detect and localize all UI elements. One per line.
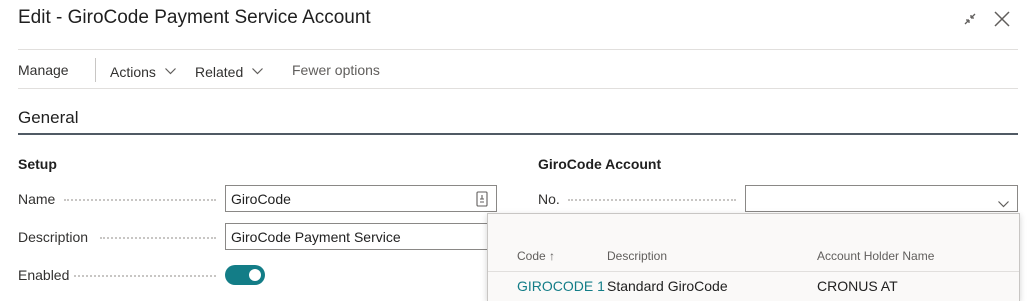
- manage-label: Manage: [18, 62, 69, 78]
- account-lookup-dropdown: Code ↑ Description Account Holder Name G…: [487, 213, 1020, 301]
- column-header-label: Code: [517, 249, 546, 263]
- collapse-icon[interactable]: [959, 8, 981, 30]
- enabled-toggle[interactable]: [225, 265, 265, 285]
- name-field[interactable]: GiroCode: [225, 185, 497, 212]
- field-leader: [100, 237, 216, 239]
- name-value: GiroCode: [231, 191, 291, 207]
- fewer-options-button[interactable]: Fewer options: [292, 62, 380, 78]
- row-account-holder: CRONUS AT: [817, 278, 898, 294]
- related-label: Related: [195, 64, 244, 80]
- fewer-options-label: Fewer options: [292, 62, 380, 78]
- girocode-account-heading: GiroCode Account: [538, 156, 662, 172]
- actions-menu[interactable]: Actions: [110, 62, 176, 80]
- name-label: Name: [18, 191, 56, 207]
- field-leader: [64, 199, 216, 201]
- account-no-field[interactable]: [745, 185, 1018, 212]
- manage-tab[interactable]: Manage: [18, 62, 69, 78]
- field-leader: [74, 275, 216, 277]
- section-underline: [18, 133, 1018, 135]
- header-divider: [488, 271, 1019, 272]
- field-leader: [568, 199, 736, 201]
- chevron-down-icon[interactable]: [998, 195, 1009, 211]
- related-menu[interactable]: Related: [195, 62, 264, 80]
- description-value: GiroCode Payment Service: [231, 229, 401, 245]
- no-label: No.: [538, 191, 560, 207]
- column-header-code[interactable]: Code ↑: [517, 249, 555, 263]
- assist-edit-icon[interactable]: [476, 191, 488, 210]
- actions-label: Actions: [110, 64, 156, 80]
- chevron-down-icon: [252, 62, 264, 78]
- row-code[interactable]: GIROCODE 1: [517, 278, 605, 294]
- toolbar-divider: [18, 88, 1018, 89]
- column-header-account-holder[interactable]: Account Holder Name: [817, 249, 934, 263]
- enabled-label: Enabled: [18, 267, 70, 283]
- row-description: Standard GiroCode: [607, 278, 728, 294]
- toggle-knob: [249, 269, 261, 281]
- toolbar-separator: [95, 58, 96, 82]
- sort-ascending-icon: ↑: [549, 249, 556, 263]
- description-label: Description: [18, 229, 89, 245]
- description-field[interactable]: GiroCode Payment Service: [225, 223, 487, 250]
- section-title-general[interactable]: General: [18, 108, 78, 128]
- setup-heading: Setup: [18, 156, 57, 172]
- page-title: Edit - GiroCode Payment Service Account: [18, 7, 371, 28]
- action-bar: Manage Actions Related Fewer options: [18, 50, 1018, 88]
- close-icon[interactable]: [991, 8, 1013, 30]
- column-header-description[interactable]: Description: [607, 249, 667, 263]
- chevron-down-icon: [164, 62, 176, 78]
